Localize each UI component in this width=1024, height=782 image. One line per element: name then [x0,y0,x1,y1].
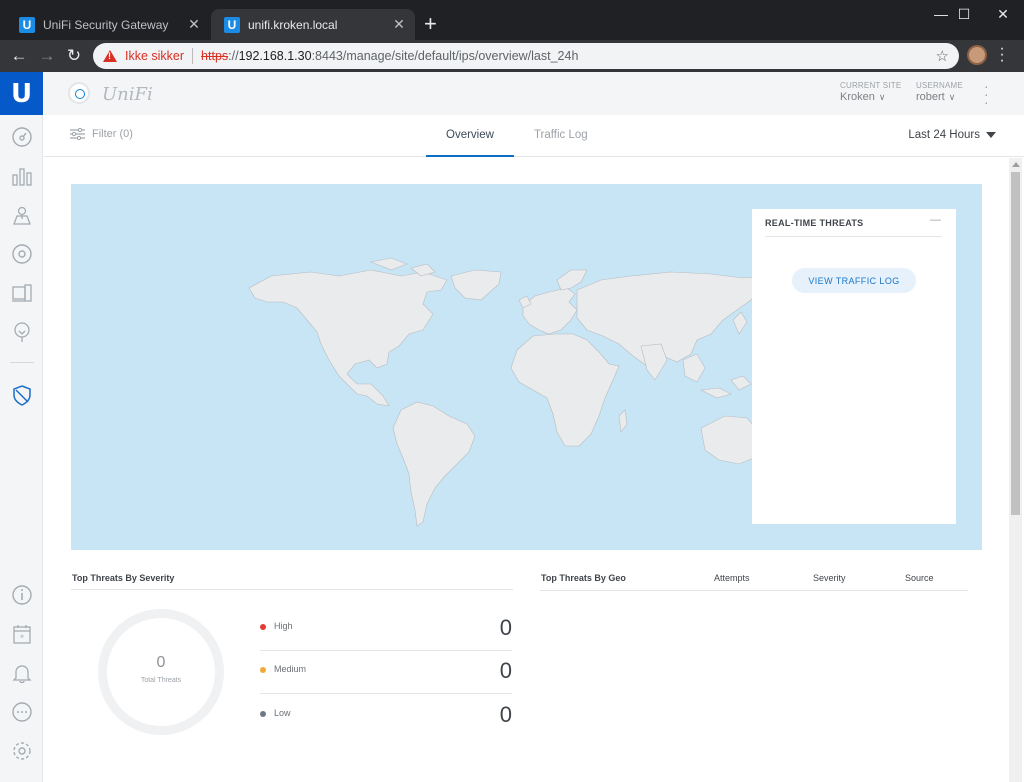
severity-count: 0 [499,615,512,640]
real-time-threats-title: REAL-TIME THREATS [765,218,864,228]
url-path: :8443/manage/site/default/ips/overview/l… [311,49,579,63]
panel-divider [765,236,942,237]
filter-sliders-icon [70,128,85,140]
medium-severity-dot-icon [260,667,266,673]
severity-row-medium: Medium 0 [260,649,512,692]
url-scheme-separator: :// [228,49,239,63]
unifi-app: U * UniFi CURRENT SITE Kroken ∨ USERNAME… [0,72,1024,782]
bookmark-star-icon[interactable]: ☆ [936,47,949,65]
warning-icon [103,50,117,62]
tab-close-icon[interactable]: ✕ [391,16,407,33]
username-selector[interactable]: USERNAME robert ∨ [916,81,963,103]
total-threats-donut: 0 Total Threats [98,609,224,735]
chat-icon[interactable] [11,701,33,723]
unifi-favicon-icon: U [19,16,35,33]
back-arrow-icon[interactable]: ← [8,44,30,68]
threat-world-map[interactable]: REAL-TIME THREATS — VIEW TRAFFIC LOG [71,184,982,550]
minimize-panel-button[interactable]: — [930,214,941,226]
geo-section-title: Top Threats By Geo [541,573,626,583]
new-tab-button[interactable]: + [424,12,437,36]
high-severity-dot-icon [260,624,266,630]
tab-title: UniFi Security Gateway [43,17,169,32]
address-separator [192,48,194,64]
real-time-threats-panel: REAL-TIME THREATS — VIEW TRAFFIC LOG [752,209,956,524]
events-calendar-icon[interactable]: * [11,623,33,645]
total-threats-count: 0 [156,654,166,671]
severity-name: Medium [274,664,307,674]
insights-icon[interactable] [11,321,33,343]
profile-avatar[interactable] [967,45,987,65]
url-protocol: https [201,49,229,63]
info-icon[interactable] [11,584,33,606]
tab-traffic-log[interactable]: Traffic Log [514,115,608,157]
unifi-logo[interactable]: U [0,72,43,115]
map-icon[interactable] [11,204,33,226]
shield-icon[interactable] [11,384,33,406]
url-host: 192.168.1.30 [238,49,312,63]
current-site-selector[interactable]: CURRENT SITE Kroken ∨ [840,81,901,103]
scroll-up-arrow-icon[interactable] [1012,162,1020,167]
not-secure-label: Ikke sikker [125,49,185,63]
filter-label: Filter (0) [92,128,133,140]
total-threats-label: Total Threats [140,677,182,684]
severity-count: 0 [499,702,512,727]
svg-text:*: * [20,634,24,643]
settings-gear-icon[interactable] [11,740,33,762]
unifi-logo-letter: U [10,78,33,109]
browser-tab-security-gateway[interactable]: U UniFi Security Gateway ✕ [6,9,210,40]
current-site-label: CURRENT SITE [840,81,902,90]
severity-count: 0 [499,658,512,683]
sidebar: U * [0,72,43,782]
filter-button[interactable]: Filter (0) [70,128,133,140]
view-tabs: Overview Traffic Log [426,115,608,157]
statistics-icon[interactable] [11,165,33,187]
reload-icon[interactable]: ↻ [63,44,85,68]
severity-section-title: Top Threats By Severity [72,573,175,583]
time-range-dropdown[interactable]: Last 24 Hours [908,129,996,141]
view-traffic-log-button[interactable]: VIEW TRAFFIC LOG [792,268,916,293]
clients-icon[interactable] [11,282,33,304]
app-header: UniFi CURRENT SITE Kroken ∨ USERNAME robe… [44,72,1024,115]
severity-row-high: High 0 [260,606,512,649]
forward-arrow-icon[interactable]: → [36,44,58,68]
low-severity-dot-icon [260,711,266,717]
scrollbar-thumb[interactable] [1011,172,1020,515]
current-site-value: Kroken [840,91,875,103]
browser-menu-icon[interactable]: · · · [996,41,1008,69]
unifi-favicon-icon: U [224,16,240,33]
address-bar[interactable]: Ikke sikker https :// 192.168.1.30 :8443… [93,43,959,69]
browser-toolbar: ← → ↻ Ikke sikker https :// 192.168.1.30… [0,40,1024,72]
more-options-icon[interactable]: · · · [984,79,989,109]
tab-overview[interactable]: Overview [426,115,514,157]
brand-name: UniFi [102,84,153,105]
bell-icon[interactable] [11,662,33,684]
page-scrollbar[interactable] [1009,158,1022,782]
chevron-down-icon: ∨ [948,92,956,102]
sidebar-divider [10,362,34,363]
column-header-attempts[interactable]: Attempts [714,573,750,583]
dashboard-icon[interactable] [11,126,33,148]
severity-name: High [274,621,293,631]
column-header-source[interactable]: Source [905,573,934,583]
severity-section-divider [71,589,513,590]
sub-navigation: Filter (0) Overview Traffic Log Last 24 … [44,115,1024,157]
username-label: USERNAME [916,81,963,90]
time-range-value: Last 24 Hours [908,129,980,141]
unifi-brand-logo-icon [68,82,90,104]
caret-down-icon [986,131,996,138]
username-value: robert [916,91,945,103]
column-header-severity[interactable]: Severity [813,573,846,583]
browser-tab-kroken[interactable]: U unifi.kroken.local ✕ [211,9,415,40]
devices-icon[interactable] [11,243,33,265]
tab-close-icon[interactable]: ✕ [186,16,202,33]
tab-title: unifi.kroken.local [248,17,338,32]
browser-titlebar: U UniFi Security Gateway ✕ U unifi.kroke… [0,0,1024,40]
geo-section-divider [540,590,968,591]
severity-name: Low [274,708,291,718]
chevron-down-icon: ∨ [878,92,886,102]
close-window-button[interactable]: ✕ [980,0,1024,28]
severity-row-low: Low 0 [260,693,512,736]
